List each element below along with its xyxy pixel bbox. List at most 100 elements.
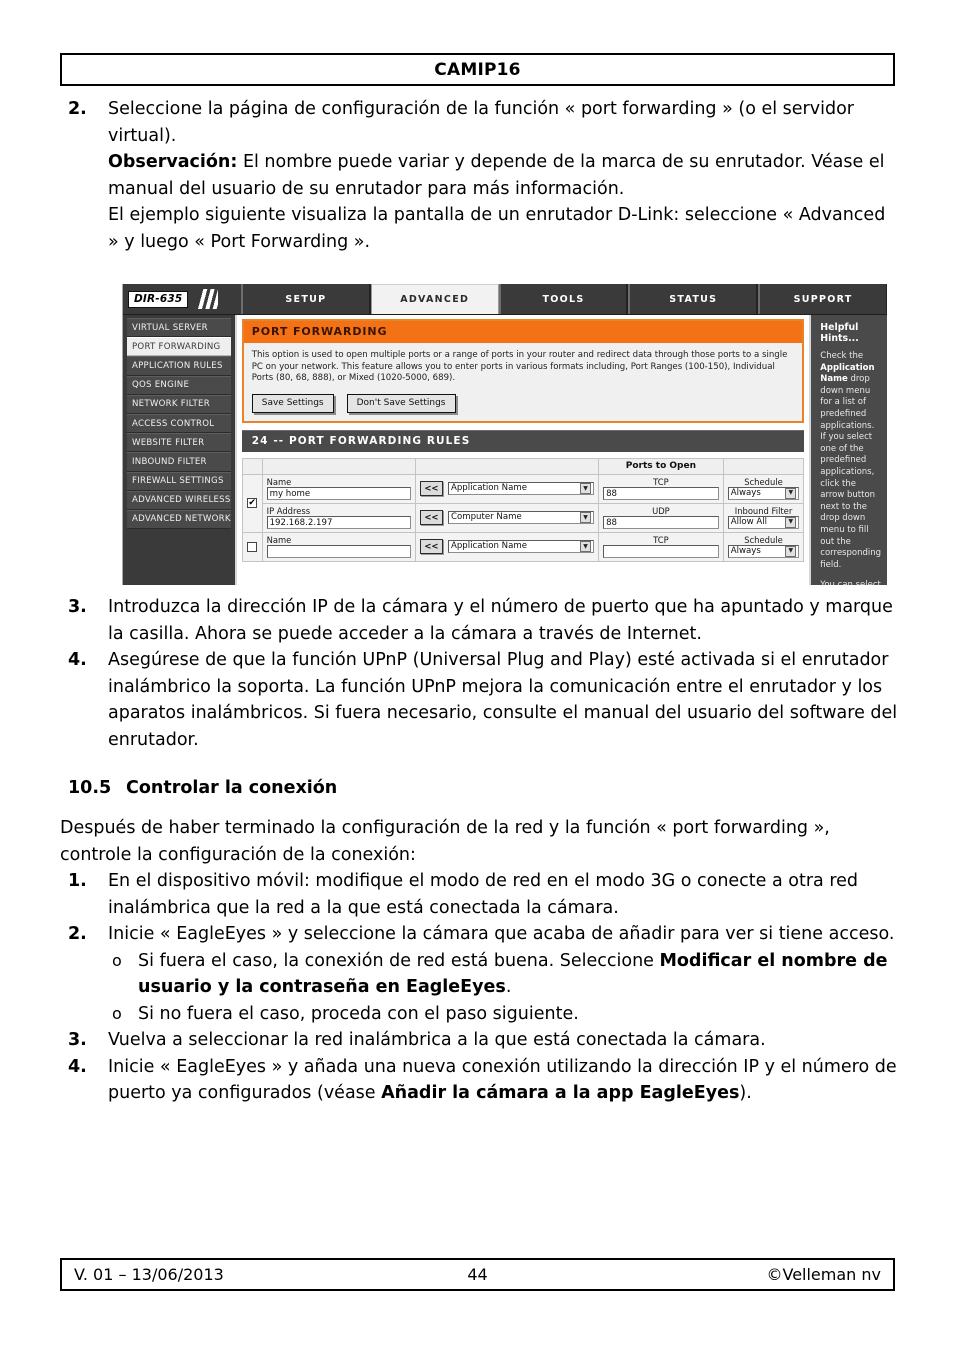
router-screenshot-figure: DIR-635 SETUP ADVANCED TOOLS STATUS SUPP… bbox=[122, 284, 887, 585]
item4-number: 4. bbox=[68, 1056, 87, 1077]
chevron-down-icon[interactable]: ▼ bbox=[785, 487, 797, 499]
row1-tcp-label: TCP bbox=[653, 476, 669, 487]
page-footer: V. 01 – 13/06/2013 44 ©Velleman nv bbox=[60, 1258, 895, 1291]
row1-name-label: Name bbox=[266, 476, 292, 487]
row1-inbound-filter-select[interactable]: Allow All ▼ bbox=[727, 515, 800, 529]
chevron-down-icon[interactable]: ▼ bbox=[785, 545, 797, 557]
step2-number: 2. bbox=[68, 99, 87, 119]
router-tab-support[interactable]: SUPPORT bbox=[758, 284, 887, 314]
row2-checkbox-cell[interactable] bbox=[241, 531, 263, 562]
sidebar-item-application-rules[interactable]: APPLICATION RULES bbox=[127, 356, 231, 376]
chevron-down-icon[interactable]: ▼ bbox=[580, 512, 592, 524]
router-tab-advanced[interactable]: ADVANCED bbox=[370, 284, 499, 314]
sub1-text-b: . bbox=[505, 977, 512, 997]
row1-app-cell: << Application Name ▼ bbox=[414, 473, 600, 504]
row2-tcp-label: TCP bbox=[653, 534, 669, 545]
item4-bold-text: Añadir la cámara a la app EagleEyes bbox=[381, 1083, 740, 1103]
router-tab-tools[interactable]: TOOLS bbox=[498, 284, 629, 314]
item4-text-b: ). bbox=[739, 1083, 752, 1103]
row2-app-cell: << Application Name ▼ bbox=[414, 531, 600, 562]
row1-schedule-select[interactable]: Always ▼ bbox=[727, 486, 800, 500]
row1-ip-label: IP Address bbox=[266, 505, 311, 516]
sidebar-item-advanced-network[interactable]: ADVANCED NETWORK bbox=[127, 509, 231, 530]
router-model-label: DIR-635 bbox=[128, 290, 189, 308]
row1-enable-checkbox[interactable]: ✔ bbox=[247, 498, 258, 509]
chevron-down-icon[interactable]: ▼ bbox=[785, 516, 797, 528]
row1-tcp-input[interactable]: 88 bbox=[603, 486, 719, 500]
sidebar-item-firewall-settings[interactable]: FIREWALL SETTINGS bbox=[127, 471, 231, 491]
helpful-hints-panel: Helpful Hints... Check the Application N… bbox=[809, 315, 887, 585]
row2-tcp-input[interactable] bbox=[603, 544, 719, 558]
chevron-down-icon[interactable]: ▼ bbox=[580, 483, 592, 495]
row2-name-input[interactable] bbox=[266, 544, 411, 558]
row1-name-input[interactable]: my home bbox=[266, 486, 411, 500]
hint1-part-c: drop down menu for a list of predefined … bbox=[820, 374, 882, 570]
helpful-hints-title: Helpful Hints... bbox=[820, 322, 859, 344]
row2-name-label: Name bbox=[266, 534, 292, 545]
sub2-bullet-marker: o bbox=[112, 1003, 122, 1023]
rules-section-heading: 24 -- PORT FORWARDING RULES bbox=[241, 429, 805, 452]
sidebar-item-port-forwarding[interactable]: PORT FORWARDING bbox=[127, 337, 231, 357]
item1-text: En el dispositivo móvil: modifique el mo… bbox=[108, 871, 859, 918]
list-item-3: 3. Vuelva a seleccionar la red inalámbri… bbox=[60, 1027, 898, 1054]
step2-observation-label: Observación: bbox=[108, 152, 238, 172]
dont-save-settings-button[interactable]: Don't Save Settings bbox=[346, 393, 456, 413]
sidebar-item-advanced-wireless[interactable]: ADVANCED WIRELESS bbox=[127, 490, 231, 510]
document-body-bottom: 3. Introduzca la dirección IP de la cáma… bbox=[60, 594, 898, 1107]
helpful-hints-paragraph-2: You can select a computer from the list … bbox=[820, 580, 881, 585]
row2-tcp-cell: TCP bbox=[598, 531, 724, 562]
row2-schedule-value: Always bbox=[730, 545, 761, 556]
row1-schedule-value: Always bbox=[730, 487, 761, 498]
row1-app-fill-arrow-icon[interactable]: << bbox=[419, 481, 443, 497]
section-number: 10.5 bbox=[68, 778, 112, 798]
step2-example-text: El ejemplo siguiente visualiza la pantal… bbox=[108, 205, 886, 252]
sidebar-item-access-control[interactable]: ACCESS CONTROL bbox=[127, 413, 231, 434]
sidebar-item-inbound-filter[interactable]: INBOUND FILTER bbox=[127, 452, 231, 472]
list-item-step2: 2. Seleccione la página de configuración… bbox=[60, 96, 898, 255]
sub1-body: Si fuera el caso, la conexión de red est… bbox=[138, 948, 898, 1001]
router-tab-setup[interactable]: SETUP bbox=[241, 284, 371, 314]
page-header-title: CAMIP16 bbox=[434, 59, 521, 80]
port-forwarding-panel-title: PORT FORWARDING bbox=[243, 321, 803, 343]
item2-text: Inicie « EagleEyes » y seleccione la cám… bbox=[108, 924, 895, 944]
sidebar-item-website-filter[interactable]: WEBSITE FILTER bbox=[127, 433, 231, 453]
row1-inbound-cell: Inbound Filter Allow All ▼ bbox=[722, 502, 805, 533]
router-tab-status[interactable]: STATUS bbox=[628, 284, 759, 314]
row2-name-cell: Name bbox=[261, 531, 416, 562]
row1-udp-input[interactable]: 88 bbox=[603, 515, 719, 529]
list-item-step3: 3. Introduzca la dirección IP de la cáma… bbox=[60, 594, 898, 647]
row1-checkbox-cell[interactable]: ✔ bbox=[241, 473, 263, 533]
router-logo: DIR-635 bbox=[123, 284, 241, 314]
save-settings-button[interactable]: Save Settings bbox=[251, 393, 334, 413]
row2-application-name-select[interactable]: Application Name ▼ bbox=[447, 540, 595, 554]
row1-inbound-filter-value: Allow All bbox=[730, 516, 768, 527]
row1-computer-name-select[interactable]: Computer Name ▼ bbox=[447, 511, 595, 525]
sidebar-item-qos-engine[interactable]: QOS ENGINE bbox=[127, 375, 231, 395]
step4-text: Asegúrese de que la función UPnP (Univer… bbox=[108, 650, 898, 750]
row1-computer-fill-arrow-icon[interactable]: << bbox=[419, 510, 443, 526]
table-row: ✔ Name my home << Application Name ▼ TCP… bbox=[241, 473, 805, 533]
row1-application-name-select[interactable]: Application Name ▼ bbox=[447, 482, 595, 496]
sidebar-item-network-filter[interactable]: NETWORK FILTER bbox=[127, 394, 231, 414]
row1-schedule-cell: Schedule Always ▼ bbox=[722, 473, 805, 504]
section-title: Controlar la conexión bbox=[126, 778, 338, 798]
row1-ip-input[interactable]: 192.168.2.197 bbox=[266, 515, 411, 529]
step3-number: 3. bbox=[68, 597, 87, 617]
list-item-step4: 4. Asegúrese de que la función UPnP (Uni… bbox=[60, 647, 898, 753]
list-item-2: 2. Inicie « EagleEyes » y seleccione la … bbox=[60, 921, 898, 948]
row2-application-name-value: Application Name bbox=[450, 541, 528, 552]
item2-number: 2. bbox=[68, 924, 87, 944]
header-cell-ports: Ports to Open bbox=[598, 457, 724, 475]
row2-app-fill-arrow-icon[interactable]: << bbox=[419, 539, 443, 555]
row2-schedule-select[interactable]: Always ▼ bbox=[727, 544, 800, 558]
document-body-top: 2. Seleccione la página de configuración… bbox=[60, 96, 898, 255]
chevron-down-icon[interactable]: ▼ bbox=[580, 541, 592, 553]
table-row: IP Address 192.168.2.197 << Computer Nam… bbox=[242, 502, 805, 533]
table-header-row: Ports to Open bbox=[241, 457, 805, 475]
item3-text: Vuelva a seleccionar la red inalámbrica … bbox=[108, 1030, 766, 1050]
row2-enable-checkbox[interactable] bbox=[247, 541, 258, 552]
port-forwarding-description: This option is used to open multiple por… bbox=[251, 350, 788, 384]
ports-to-open-label: Ports to Open bbox=[625, 460, 696, 471]
row1-application-name-value: Application Name bbox=[450, 483, 528, 494]
sidebar-item-virtual-server[interactable]: VIRTUAL SERVER bbox=[127, 318, 231, 338]
